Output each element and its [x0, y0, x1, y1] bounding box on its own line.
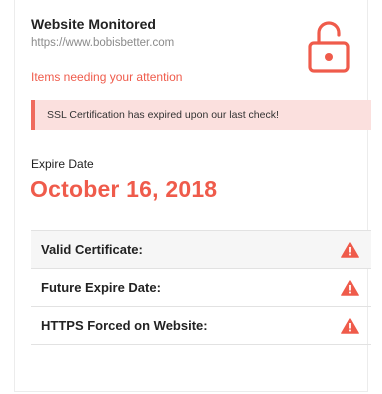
check-label: Future Expire Date: — [41, 280, 161, 295]
attention-heading: Items needing your attention — [31, 70, 183, 84]
alert-message: SSL Certification has expired upon our l… — [47, 109, 279, 121]
check-row-valid-certificate: Valid Certificate: — [31, 230, 371, 268]
check-list: Valid Certificate: Future Expire Date: H… — [31, 230, 371, 345]
check-row-future-expire-date: Future Expire Date: — [31, 268, 371, 306]
warning-triangle-icon — [341, 280, 359, 296]
expire-date-value: October 16, 2018 — [30, 176, 218, 202]
warning-triangle-icon — [341, 318, 359, 334]
expire-date-label: Expire Date — [31, 157, 94, 171]
check-label: Valid Certificate: — [41, 242, 143, 257]
website-monitor-card: Website Monitored https://www.bobisbette… — [14, 0, 371, 392]
site-url: https://www.bobisbetter.com — [31, 37, 175, 49]
check-label: HTTPS Forced on Website: — [41, 318, 208, 333]
ssl-expired-alert: SSL Certification has expired upon our l… — [31, 100, 371, 130]
unlocked-padlock-icon — [308, 21, 350, 73]
warning-triangle-icon — [341, 242, 359, 258]
site-title: Website Monitored — [31, 16, 156, 32]
check-row-https-forced: HTTPS Forced on Website: — [31, 306, 371, 345]
